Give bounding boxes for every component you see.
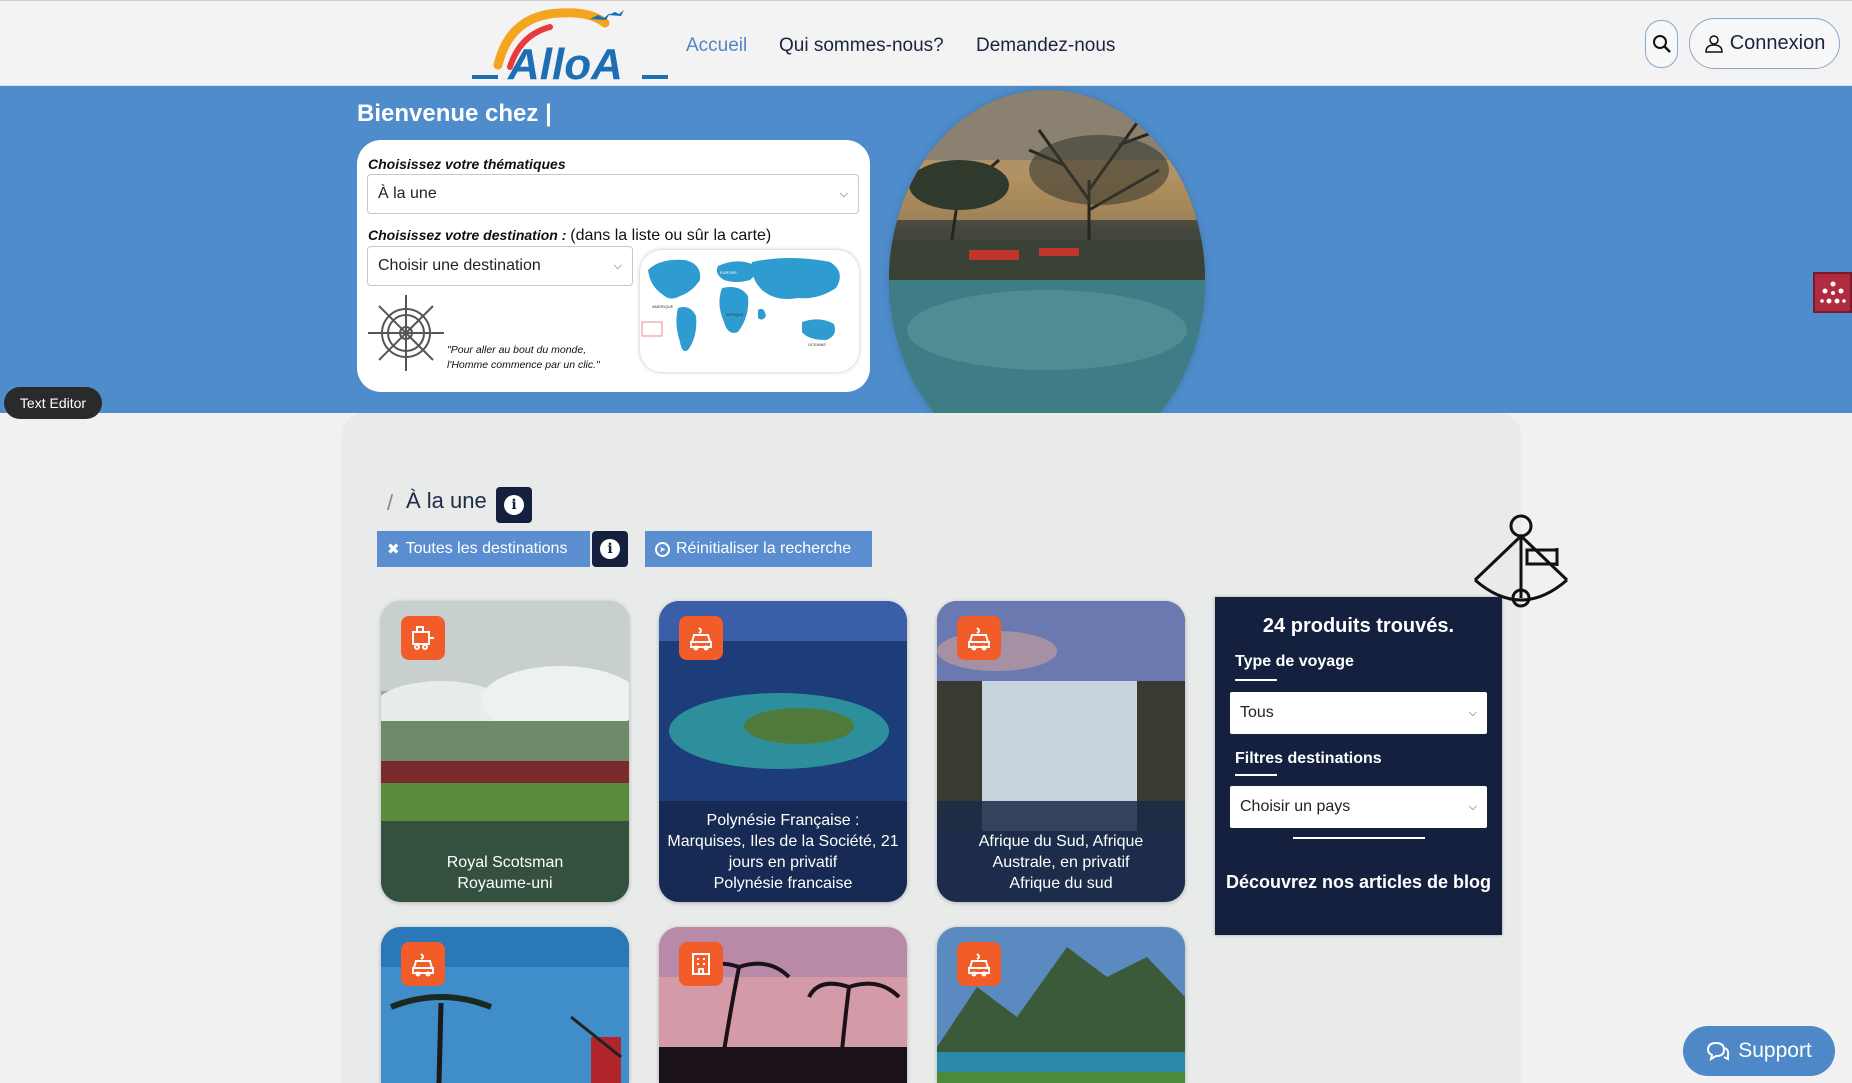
text-editor-button[interactable]: Text Editor bbox=[4, 387, 102, 419]
blog-link[interactable]: Découvrez nos articles de blog bbox=[1225, 871, 1492, 893]
support-label: Support bbox=[1738, 1039, 1812, 1062]
results-count: 24 produits trouvés. bbox=[1262, 615, 1455, 637]
info-icon: i bbox=[600, 539, 620, 559]
type-voyage-select[interactable]: Tous ⌵ bbox=[1230, 692, 1487, 734]
badge bbox=[957, 616, 1001, 660]
search-button[interactable] bbox=[1645, 20, 1678, 68]
alloa-logo[interactable]: AlloA bbox=[470, 5, 670, 87]
quote: "Pour aller au bout du monde, l'Homme co… bbox=[447, 343, 600, 373]
badge bbox=[401, 616, 445, 660]
badge bbox=[679, 942, 723, 986]
welcome-title: Bienvenue chez | bbox=[357, 100, 552, 127]
map-label-oceanie: OCEANIE bbox=[808, 342, 826, 347]
map-label-europe: EUROPE bbox=[720, 270, 737, 275]
thematique-label: Choisissez votre thématiques bbox=[368, 156, 566, 172]
product-card[interactable]: Afrique du Sud, Afrique Australe, en pri… bbox=[937, 601, 1185, 902]
thematique-value: À la une bbox=[378, 185, 437, 202]
logo-text: AlloA bbox=[507, 40, 623, 87]
car-icon bbox=[412, 953, 434, 977]
chevron-down-icon: ⌵ bbox=[1468, 800, 1477, 813]
all-destinations-label: Toutes les destinations bbox=[405, 540, 568, 557]
nav-qui-sommes-nous[interactable]: Qui sommes-nous? bbox=[779, 35, 944, 57]
header: AlloA Accueil Qui sommes-nous? Demandez-… bbox=[0, 0, 1852, 87]
destination-label-text: Choisissez votre destination : bbox=[368, 227, 567, 243]
map-label-afrique: AFRIQUE bbox=[726, 312, 744, 317]
card-title-2: Australe, en privatif bbox=[992, 854, 1130, 871]
country-select[interactable]: Choisir un pays ⌵ bbox=[1230, 786, 1487, 828]
reset-search-button[interactable]: ➤ Réinitialiser la recherche bbox=[645, 531, 872, 567]
destinations-info-button[interactable]: i bbox=[592, 531, 628, 567]
compass-icon: ➤ bbox=[655, 541, 670, 557]
quote-line-2: l'Homme commence par un clic." bbox=[447, 359, 600, 371]
breadcrumb-separator: / bbox=[387, 490, 394, 515]
nav-accueil[interactable]: Accueil bbox=[686, 35, 747, 57]
card-title: Afrique du Sud, Afrique bbox=[978, 833, 1144, 850]
map-label-amerique: AMERIQUE bbox=[652, 304, 674, 309]
type-voyage-label: Type de voyage bbox=[1235, 653, 1354, 670]
chevron-down-icon: ⌵ bbox=[1468, 706, 1477, 719]
world-map-image: EUROPE AMERIQUE AFRIQUE OCEANIE bbox=[641, 258, 840, 351]
accessibility-widget[interactable] bbox=[1813, 272, 1852, 313]
login-button[interactable]: Connexion bbox=[1689, 18, 1840, 69]
card-country: Royaume-uni bbox=[457, 875, 553, 892]
filter-panel: 24 produits trouvés. Type de voyage Tous… bbox=[1215, 597, 1502, 935]
product-card[interactable] bbox=[937, 927, 1185, 1083]
card-title: Polynésie Française : bbox=[706, 812, 860, 829]
nav-demandez-nous[interactable]: Demandez-nous bbox=[976, 35, 1115, 57]
destination-select[interactable]: Choisir une destination ⌵ bbox=[367, 246, 633, 286]
breadcrumb-current: À la une bbox=[406, 488, 487, 513]
product-card[interactable]: Polynésie Française : Marquises, Iles de… bbox=[659, 601, 907, 902]
product-card[interactable] bbox=[381, 927, 629, 1083]
card-country: Afrique du sud bbox=[1009, 875, 1113, 892]
world-map[interactable]: EUROPE AMERIQUE AFRIQUE OCEANIE bbox=[640, 250, 859, 372]
card-title: Royal Scotsman bbox=[446, 854, 564, 871]
card-country: Polynésie francaise bbox=[713, 875, 853, 892]
type-voyage-value: Tous bbox=[1240, 704, 1274, 721]
chevron-down-icon: ⌵ bbox=[839, 187, 848, 200]
thematique-select[interactable]: À la une ⌵ bbox=[367, 174, 859, 214]
hotel-icon bbox=[692, 953, 710, 975]
destination-hint: (dans la liste ou sûr la carte) bbox=[570, 227, 772, 244]
train-icon bbox=[412, 626, 434, 650]
chat-icon bbox=[1707, 1041, 1730, 1062]
destination-value: Choisir une destination bbox=[378, 257, 541, 274]
reset-search-label: Réinitialiser la recherche bbox=[676, 540, 852, 557]
destinations-filter-underline bbox=[1235, 774, 1277, 776]
card-title-2: Marquises, Iles de la Société, 21 bbox=[667, 833, 899, 850]
car-icon bbox=[968, 953, 990, 977]
badge bbox=[957, 942, 1001, 986]
product-card[interactable]: Royal Scotsman Royaume-uni bbox=[381, 601, 629, 902]
card-caption: Polynésie Française : Marquises, Iles de… bbox=[659, 810, 907, 902]
chevron-down-icon: ⌵ bbox=[613, 259, 622, 272]
user-icon bbox=[1704, 34, 1723, 53]
all-destinations-button[interactable]: ✖ Toutes les destinations bbox=[377, 531, 590, 567]
network-icon bbox=[1819, 281, 1846, 303]
card-title-3: jours en privatif bbox=[728, 854, 838, 871]
country-value: Choisir un pays bbox=[1240, 798, 1351, 815]
search-card: Choisissez votre thématiques À la une ⌵ … bbox=[357, 140, 870, 392]
car-icon bbox=[690, 627, 712, 651]
close-icon: ✖ bbox=[387, 541, 400, 558]
badge bbox=[401, 942, 445, 986]
destinations-filter-label: Filtres destinations bbox=[1235, 750, 1382, 767]
info-icon: i bbox=[504, 495, 524, 515]
destination-label: Choisissez votre destination : (dans la … bbox=[368, 227, 771, 245]
search-icon bbox=[1652, 35, 1671, 53]
breadcrumb-info-button[interactable]: i bbox=[496, 487, 532, 523]
divider bbox=[1293, 837, 1425, 839]
card-caption: Afrique du Sud, Afrique Australe, en pri… bbox=[937, 831, 1185, 902]
card-caption: Royal Scotsman Royaume-uni bbox=[381, 852, 629, 902]
type-voyage-underline bbox=[1235, 679, 1277, 681]
product-card[interactable] bbox=[659, 927, 907, 1083]
car-icon bbox=[968, 627, 990, 651]
badge bbox=[679, 616, 723, 660]
support-button[interactable]: Support bbox=[1683, 1026, 1835, 1076]
quote-line-1: "Pour aller au bout du monde, bbox=[447, 344, 587, 356]
login-label: Connexion bbox=[1729, 32, 1826, 54]
ship-wheel-icon bbox=[368, 295, 444, 371]
